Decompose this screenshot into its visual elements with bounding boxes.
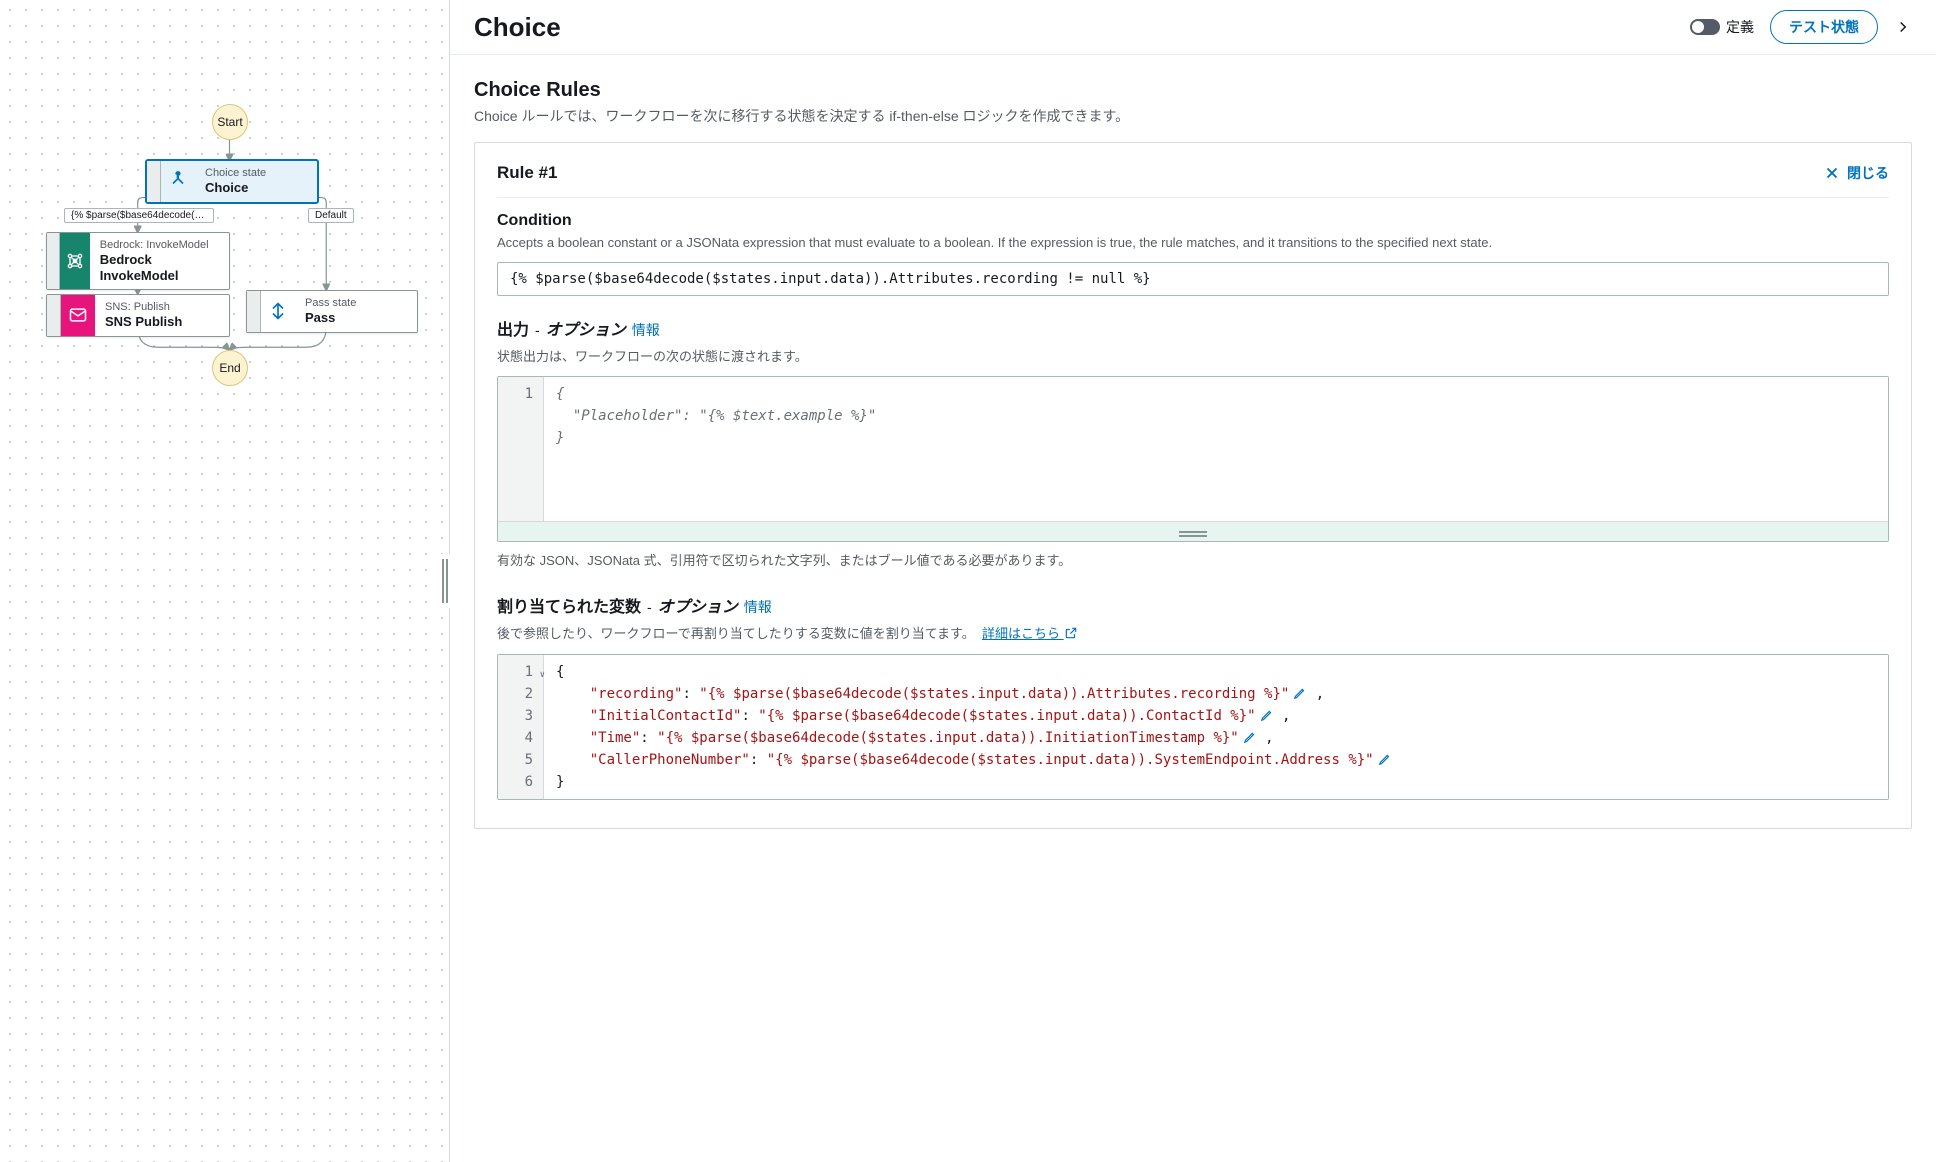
svg-text:?: ? [176,171,180,179]
edge-label-default[interactable]: Default [308,208,354,223]
choice-node[interactable]: ? Choice state Choice [146,160,318,203]
assigned-info-link[interactable]: 情報 [744,597,772,617]
workflow-canvas[interactable]: Start ? Choice state Choice {% $parse($b… [0,0,450,1162]
pencil-icon[interactable] [1378,752,1392,766]
drag-handle[interactable] [247,291,261,332]
pencil-icon[interactable] [1293,686,1307,700]
assigned-editor[interactable]: 123456 { "recording": "{% $parse($base64… [497,654,1889,800]
definition-toggle[interactable]: 定義 [1690,17,1754,37]
condition-title: Condition [497,212,1889,230]
pass-icon [261,291,295,332]
sns-node[interactable]: SNS: Publish SNS Publish [46,294,230,337]
node-type: Bedrock: InvokeModel [100,239,219,252]
close-icon [1823,164,1841,182]
pass-node[interactable]: Pass state Pass [246,290,418,333]
condition-desc: Accepts a boolean constant or a JSONata … [497,234,1889,252]
node-title: SNS Publish [105,314,205,330]
assigned-option: オプション [658,593,738,617]
start-node[interactable]: Start [212,104,248,140]
learn-more-link[interactable]: 詳細はこちら [982,626,1078,641]
detail-panel: Choice 定義 テスト状態 Choice Rules Choice ルールで… [450,0,1936,1162]
edge-label-rule1[interactable]: {% $parse($base64decode($states.input... [64,208,214,223]
node-type: Pass state [305,297,405,310]
branch-icon: ? [161,161,195,202]
toggle-switch[interactable] [1690,19,1720,35]
editor-resize-handle[interactable] [498,521,1888,541]
editor-gutter: 123456 [498,655,544,799]
bedrock-icon [60,233,90,289]
condition-input[interactable]: {% $parse($base64decode($states.input.da… [497,262,1889,296]
end-label: End [219,361,240,375]
node-title: Choice [205,180,305,196]
close-label: 閉じる [1847,163,1889,183]
test-state-button[interactable]: テスト状態 [1770,10,1878,44]
assigned-desc: 後で参照したり、ワークフローで再割り当てしたりする変数に値を割り当てます。 詳細… [497,625,1889,643]
sns-icon [61,295,95,336]
assigned-desc-text: 後で参照したり、ワークフローで再割り当てしたりする変数に値を割り当てます。 [497,626,975,641]
rule-box: Rule #1 閉じる Condition Accepts a boolean … [474,142,1912,829]
node-title: Bedrock InvokeModel [100,252,219,283]
toggle-label: 定義 [1726,17,1754,37]
end-node[interactable]: End [212,350,248,386]
pencil-icon[interactable] [1243,730,1257,744]
chevron-right-icon[interactable] [1894,18,1912,36]
node-title: Pass [305,310,405,326]
drag-handle[interactable] [47,233,60,289]
drag-handle[interactable] [47,295,61,336]
bedrock-node[interactable]: Bedrock: InvokeModel Bedrock InvokeModel [46,232,230,290]
detail-header: Choice 定義 テスト状態 [450,0,1936,55]
node-type: Choice state [205,167,305,180]
editor-gutter: 1 [498,377,544,521]
drag-handle[interactable] [147,161,161,202]
output-title: 出力 [497,316,529,340]
output-desc: 状態出力は、ワークフローの次の状態に渡されます。 [497,348,1889,366]
assigned-code-area[interactable]: { "recording": "{% $parse($base64decode(… [544,655,1888,799]
start-label: Start [217,115,242,129]
output-info-link[interactable]: 情報 [632,320,660,340]
assigned-title: 割り当てられた変数 [497,593,641,617]
rule-title: Rule #1 [497,163,557,183]
output-code-area[interactable]: { "Placeholder": "{% $text.example %}"} [544,377,1888,521]
close-button[interactable]: 閉じる [1823,163,1889,183]
external-link-icon [1064,626,1078,640]
choice-rules-title: Choice Rules [474,79,1912,102]
output-editor[interactable]: 1 { "Placeholder": "{% $text.example %}"… [497,376,1889,542]
learn-more-text: 詳細はこちら [982,626,1060,641]
node-type: SNS: Publish [105,301,205,314]
output-option: オプション [546,316,626,340]
page-title: Choice [474,12,1674,43]
output-helper: 有効な JSON、JSONata 式、引用符で区切られた文字列、またはブール値で… [497,550,1889,569]
choice-rules-desc: Choice ルールでは、ワークフローを次に移行する状態を決定する if-the… [474,106,1912,126]
pencil-icon[interactable] [1260,708,1274,722]
panel-splitter[interactable] [438,554,452,608]
